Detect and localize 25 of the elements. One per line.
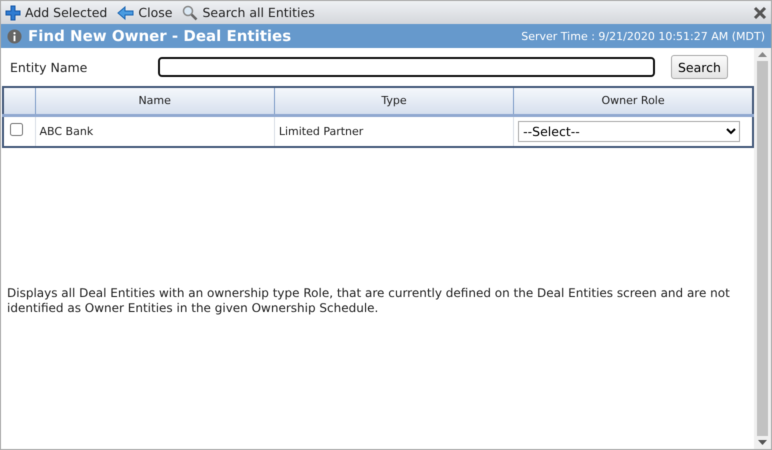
row-checkbox[interactable]: [10, 123, 23, 136]
description-text: Displays all Deal Entities with an ownership type Role, that are currently defined on the Deal Entities screen and are not identified as Owner Entities in the given Ownership Schedule.: [6, 286, 731, 316]
scroll-down-icon[interactable]: [758, 440, 767, 445]
arrow-left-icon: [117, 6, 134, 20]
search-button[interactable]: Search: [671, 55, 728, 79]
scrollbar[interactable]: [754, 48, 771, 449]
search-icon: [182, 4, 198, 20]
info-icon: [7, 28, 22, 44]
header-cell: [3, 87, 35, 115]
close-icon[interactable]: [753, 6, 767, 20]
table-cell: Limited Partner: [278, 124, 364, 138]
table-cell: ABC Bank: [40, 124, 94, 138]
owner-role-dropdown[interactable]: --Select--: [518, 120, 740, 142]
column-header[interactable]: Owner Role: [514, 87, 753, 115]
entity-name-label: Entity Name: [10, 60, 88, 74]
server-time: Server Time : 9/21/2020 10:51:27 AM (MDT): [521, 30, 765, 42]
toolbar-button[interactable]: Search all Entities: [182, 4, 315, 20]
window-title: Find New Owner - Deal Entities: [28, 27, 292, 45]
column-header[interactable]: Type: [274, 87, 514, 115]
toolbar-button[interactable]: Close: [117, 5, 172, 20]
toolbar-button[interactable]: Add Selected: [5, 4, 108, 20]
plus-icon: [5, 4, 21, 20]
column-header[interactable]: Name: [35, 87, 274, 115]
entity-name-field[interactable]: [158, 57, 655, 77]
scroll-up-icon[interactable]: [758, 52, 767, 57]
